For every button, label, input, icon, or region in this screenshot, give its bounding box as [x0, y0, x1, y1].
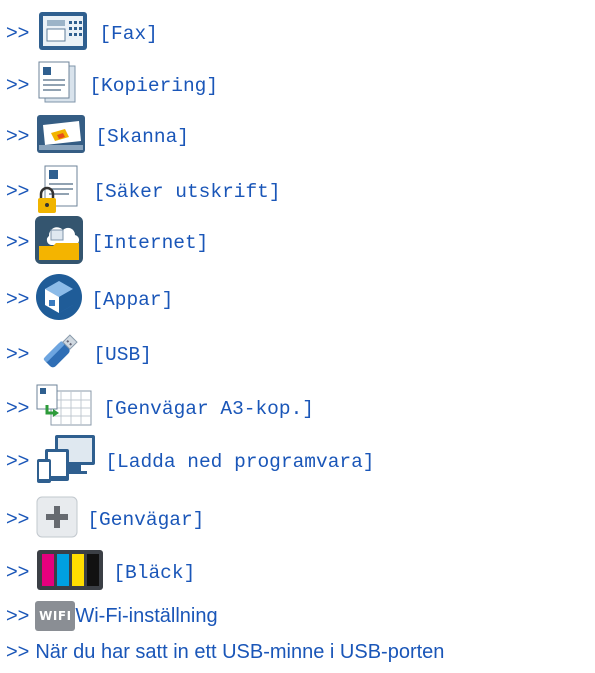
apps-icon: [35, 273, 83, 326]
wifi-settings-label: Wi-Fi-inställning: [75, 604, 218, 627]
usb-icon: [35, 327, 85, 382]
arrow-icon: >>: [6, 125, 30, 147]
list-item-fax[interactable]: >> [Fax]: [0, 8, 158, 59]
arrow-icon: >>: [6, 508, 30, 530]
list-item-usb-note[interactable]: >> När du har satt in ett USB-minne i US…: [0, 641, 444, 664]
arrow-icon: >>: [6, 641, 30, 663]
list-item-wifi-settings[interactable]: >> WiFi Wi-Fi-inställning: [0, 601, 218, 631]
fax-label: [Fax]: [99, 22, 158, 45]
arrow-icon: >>: [6, 343, 30, 365]
arrow-icon: >>: [6, 74, 30, 96]
secure-print-label: [Säker utskrift]: [93, 180, 281, 203]
ink-label: [Bläck]: [113, 561, 196, 584]
arrow-icon: >>: [6, 561, 30, 583]
copy-label: [Kopiering]: [89, 74, 219, 97]
wifi-badge-text: WiFi: [39, 609, 72, 623]
list-item-ink[interactable]: >> [Bläck]: [0, 548, 195, 597]
internet-icon: [35, 216, 84, 269]
scan-icon: [35, 111, 87, 162]
list-item-download-software[interactable]: >> [Ladda ned programvara]: [0, 433, 375, 490]
secure-print-icon: [35, 162, 85, 221]
arrow-icon: >>: [6, 22, 30, 44]
list-item-a3-copy-shortcuts[interactable]: >> [Genvägar A3-kop.]: [0, 383, 314, 434]
list-item-apps[interactable]: >> [Appar]: [0, 273, 173, 326]
arrow-icon: >>: [6, 397, 30, 419]
internet-label: [Internet]: [91, 231, 209, 254]
scan-label: [Skanna]: [95, 125, 189, 148]
usb-note-label: När du har satt in ett USB-minne i USB-p…: [35, 641, 445, 663]
wifi-icon: WiFi: [35, 601, 76, 631]
arrow-icon: >>: [6, 288, 30, 310]
list-item-shortcuts[interactable]: >> [Genvägar]: [0, 495, 204, 544]
shortcuts-label: [Genvägar]: [87, 508, 205, 531]
shortcuts-icon: [35, 495, 79, 544]
list-item-scan[interactable]: >> [Skanna]: [0, 111, 189, 162]
arrow-icon: >>: [6, 450, 30, 472]
arrow-icon: >>: [6, 231, 30, 253]
copy-icon: [35, 60, 81, 111]
arrow-icon: >>: [6, 180, 30, 202]
list-item-secure-print[interactable]: >> [Säker utskrift]: [0, 162, 281, 221]
list-item-copy[interactable]: >> [Kopiering]: [0, 60, 218, 111]
fax-icon: [35, 8, 91, 59]
list-item-usb[interactable]: >> [USB]: [0, 327, 152, 382]
list-item-internet[interactable]: >> [Internet]: [0, 216, 208, 269]
ink-icon: [35, 548, 105, 597]
apps-label: [Appar]: [91, 288, 174, 311]
a3-copy-shortcuts-label: [Genvägar A3-kop.]: [103, 397, 314, 420]
usb-label: [USB]: [93, 343, 152, 366]
arrow-icon: >>: [6, 604, 30, 627]
download-software-icon: [35, 433, 97, 490]
download-software-label: [Ladda ned programvara]: [105, 450, 375, 473]
a3-copy-shortcut-icon: [35, 383, 95, 434]
